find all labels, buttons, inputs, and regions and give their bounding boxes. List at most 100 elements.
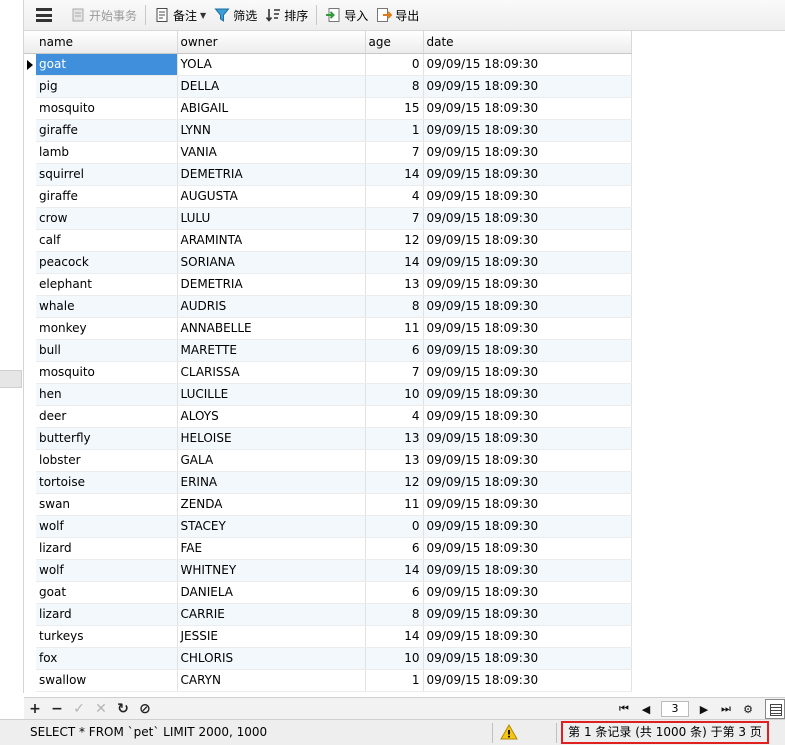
table-row[interactable]: mosquito ABIGAIL 15 09/09/15 18:09:30	[24, 97, 632, 120]
cell-age[interactable]: 6	[365, 581, 424, 604]
column-header-age[interactable]: age	[365, 31, 424, 54]
table-row[interactable]: swallow CARYN 1 09/09/15 18:09:30	[24, 669, 632, 692]
filter-button[interactable]: 筛选	[210, 3, 261, 27]
cell-age[interactable]: 10	[365, 647, 424, 670]
page-number-input[interactable]: 3	[661, 701, 689, 717]
cell-age[interactable]: 8	[365, 603, 424, 626]
sort-button[interactable]: 排序	[261, 3, 312, 27]
cell-age[interactable]: 4	[365, 185, 424, 208]
first-page-icon[interactable]: ⏮	[613, 699, 635, 719]
cell-name[interactable]: peacock	[36, 251, 178, 274]
cell-owner[interactable]: WHITNEY	[177, 559, 366, 582]
cell-date[interactable]: 09/09/15 18:09:30	[423, 97, 632, 120]
cell-date[interactable]: 09/09/15 18:09:30	[423, 317, 632, 340]
cell-owner[interactable]: GALA	[177, 449, 366, 472]
cell-age[interactable]: 1	[365, 669, 424, 692]
cell-owner[interactable]: CLARISSA	[177, 361, 366, 384]
cell-age[interactable]: 1	[365, 119, 424, 142]
cell-name[interactable]: crow	[36, 207, 178, 230]
cell-age[interactable]: 6	[365, 537, 424, 560]
cell-date[interactable]: 09/09/15 18:09:30	[423, 493, 632, 516]
cell-owner[interactable]: LUCILLE	[177, 383, 366, 406]
chevron-down-icon[interactable]: ▼	[200, 11, 206, 20]
cell-name[interactable]: giraffe	[36, 185, 178, 208]
cell-age[interactable]: 6	[365, 339, 424, 362]
table-row[interactable]: turkeys JESSIE 14 09/09/15 18:09:30	[24, 625, 632, 648]
cell-date[interactable]: 09/09/15 18:09:30	[423, 185, 632, 208]
cell-date[interactable]: 09/09/15 18:09:30	[423, 119, 632, 142]
cell-age[interactable]: 14	[365, 625, 424, 648]
memo-button[interactable]: 备注 ▼	[150, 3, 210, 27]
table-row[interactable]: mosquito CLARISSA 7 09/09/15 18:09:30	[24, 361, 632, 384]
cell-date[interactable]: 09/09/15 18:09:30	[423, 361, 632, 384]
cell-date[interactable]: 09/09/15 18:09:30	[423, 581, 632, 604]
side-panel-handle[interactable]	[0, 370, 22, 388]
cell-name[interactable]: lizard	[36, 603, 178, 626]
cell-name[interactable]: goat	[36, 581, 178, 604]
refresh-icon[interactable]: ↻	[112, 699, 134, 719]
cell-name[interactable]: mosquito	[36, 97, 178, 120]
table-row[interactable]: goat DANIELA 6 09/09/15 18:09:30	[24, 581, 632, 604]
cell-name[interactable]: wolf	[36, 515, 178, 538]
cell-date[interactable]: 09/09/15 18:09:30	[423, 647, 632, 670]
cell-age[interactable]: 11	[365, 493, 424, 516]
cell-owner[interactable]: ALOYS	[177, 405, 366, 428]
cell-date[interactable]: 09/09/15 18:09:30	[423, 669, 632, 692]
cell-date[interactable]: 09/09/15 18:09:30	[423, 383, 632, 406]
next-page-icon[interactable]: ▶	[693, 699, 715, 719]
cell-date[interactable]: 09/09/15 18:09:30	[423, 405, 632, 428]
cell-age[interactable]: 12	[365, 229, 424, 252]
cell-owner[interactable]: STACEY	[177, 515, 366, 538]
table-row[interactable]: hen LUCILLE 10 09/09/15 18:09:30	[24, 383, 632, 406]
cell-owner[interactable]: ERINA	[177, 471, 366, 494]
table-row[interactable]: whale AUDRIS 8 09/09/15 18:09:30	[24, 295, 632, 318]
table-row[interactable]: lobster GALA 13 09/09/15 18:09:30	[24, 449, 632, 472]
table-row[interactable]: wolf STACEY 0 09/09/15 18:09:30	[24, 515, 632, 538]
table-row[interactable]: elephant DEMETRIA 13 09/09/15 18:09:30	[24, 273, 632, 296]
cell-age[interactable]: 13	[365, 449, 424, 472]
column-header-date[interactable]: date	[423, 31, 632, 54]
cell-age[interactable]: 12	[365, 471, 424, 494]
cell-name[interactable]: monkey	[36, 317, 178, 340]
cell-owner[interactable]: ZENDA	[177, 493, 366, 516]
cell-age[interactable]: 15	[365, 97, 424, 120]
cell-age[interactable]: 10	[365, 383, 424, 406]
cell-owner[interactable]: DEMETRIA	[177, 163, 366, 186]
cell-age[interactable]: 13	[365, 273, 424, 296]
cell-name[interactable]: deer	[36, 405, 178, 428]
cell-date[interactable]: 09/09/15 18:09:30	[423, 471, 632, 494]
table-row[interactable]: giraffe LYNN 1 09/09/15 18:09:30	[24, 119, 632, 142]
cell-name[interactable]: butterfly	[36, 427, 178, 450]
table-row[interactable]: lamb VANIA 7 09/09/15 18:09:30	[24, 141, 632, 164]
cell-owner[interactable]: AUGUSTA	[177, 185, 366, 208]
table-row[interactable]: crow LULU 7 09/09/15 18:09:30	[24, 207, 632, 230]
cell-name[interactable]: pig	[36, 75, 178, 98]
cell-owner[interactable]: CHLORIS	[177, 647, 366, 670]
cell-date[interactable]: 09/09/15 18:09:30	[423, 141, 632, 164]
table-row[interactable]: calf ARAMINTA 12 09/09/15 18:09:30	[24, 229, 632, 252]
cell-owner[interactable]: LYNN	[177, 119, 366, 142]
cell-date[interactable]: 09/09/15 18:09:30	[423, 559, 632, 582]
cell-owner[interactable]: JESSIE	[177, 625, 366, 648]
cell-age[interactable]: 8	[365, 295, 424, 318]
cell-owner[interactable]: VANIA	[177, 141, 366, 164]
cell-date[interactable]: 09/09/15 18:09:30	[423, 207, 632, 230]
cell-date[interactable]: 09/09/15 18:09:30	[423, 163, 632, 186]
table-row[interactable]: peacock SORIANA 14 09/09/15 18:09:30	[24, 251, 632, 274]
cell-date[interactable]: 09/09/15 18:09:30	[423, 53, 632, 76]
cell-age[interactable]: 14	[365, 163, 424, 186]
cell-name[interactable]: wolf	[36, 559, 178, 582]
cell-name[interactable]: tortoise	[36, 471, 178, 494]
add-record-icon[interactable]: +	[24, 699, 46, 719]
cell-name[interactable]: whale	[36, 295, 178, 318]
cell-name[interactable]: bull	[36, 339, 178, 362]
cell-name[interactable]: lizard	[36, 537, 178, 560]
cell-name[interactable]: hen	[36, 383, 178, 406]
table-row[interactable]: deer ALOYS 4 09/09/15 18:09:30	[24, 405, 632, 428]
cell-age[interactable]: 14	[365, 251, 424, 274]
table-row[interactable]: lizard CARRIE 8 09/09/15 18:09:30	[24, 603, 632, 626]
grid-view-icon[interactable]	[765, 699, 785, 719]
table-row[interactable]: tortoise ERINA 12 09/09/15 18:09:30	[24, 471, 632, 494]
import-button[interactable]: 导入	[321, 3, 372, 27]
cell-date[interactable]: 09/09/15 18:09:30	[423, 229, 632, 252]
